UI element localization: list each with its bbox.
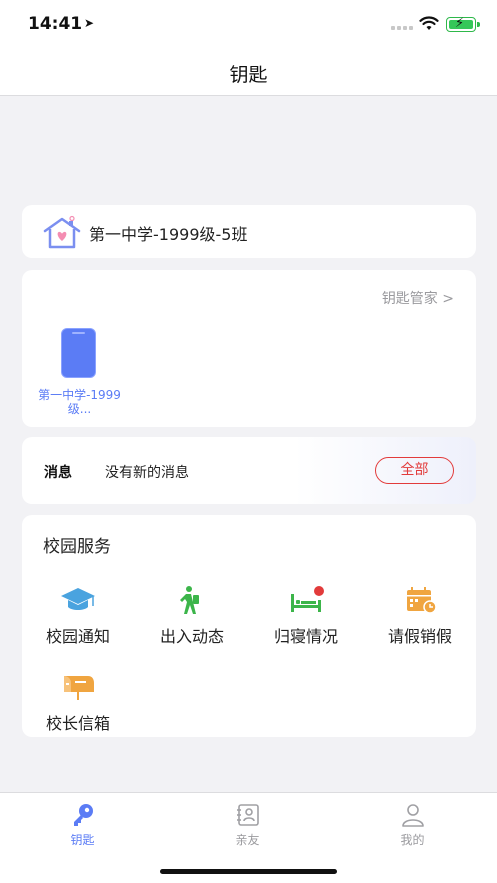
message-label: 消息 [44, 465, 72, 481]
all-messages-button[interactable]: 全部 [375, 457, 454, 484]
key-item-label[interactable]: 第一中学-1999级... [32, 388, 127, 416]
message-card: 消息 没有新的消息 全部 [22, 437, 476, 504]
tab-bar: 钥匙 亲友 我的 [0, 792, 497, 883]
nav-bar: 钥匙 [0, 48, 497, 96]
phone-key-icon[interactable] [61, 328, 96, 378]
tab-mine[interactable]: 我的 [330, 793, 495, 853]
class-card[interactable]: 第一中学-1999级-5班 [22, 205, 476, 258]
key-icon [74, 804, 93, 826]
tab-label: 我的 [400, 833, 425, 847]
bed-icon [291, 586, 324, 612]
status-bar: 14:41 ➤ ⚡ [0, 0, 497, 48]
home-indicator [160, 869, 337, 874]
house-heart-icon [43, 215, 81, 249]
battery-icon: ⚡ [446, 16, 480, 32]
service-label: 校长信箱 [45, 714, 110, 733]
wifi-icon [419, 16, 439, 30]
class-name: 第一中学-1999级-5班 [89, 225, 248, 244]
status-time: 14:41 [28, 14, 83, 34]
tab-keys[interactable]: 钥匙 [0, 793, 165, 853]
tab-label: 钥匙 [70, 833, 95, 847]
mailbox-icon [64, 676, 94, 700]
service-label: 请假销假 [387, 627, 452, 646]
service-label: 校园通知 [45, 627, 110, 646]
graduation-cap-icon [61, 588, 95, 610]
key-card: 钥匙管家 > 第一中学-1999级... [22, 270, 476, 427]
tab-friends[interactable]: 亲友 [165, 793, 330, 853]
page-title: 钥匙 [229, 64, 268, 86]
cellular-signal-icon [391, 26, 413, 30]
service-label: 归寝情况 [273, 627, 338, 646]
service-label: 出入动态 [159, 627, 224, 646]
services-title: 校园服务 [43, 537, 111, 557]
person-icon [402, 804, 424, 827]
location-arrow-icon: ➤ [84, 16, 95, 30]
campus-services-card: 校园服务 校园通知 出入动态 归寝情况 请假销假 校长信箱 [22, 515, 476, 737]
walking-person-icon [180, 586, 199, 614]
message-text: 没有新的消息 [105, 465, 189, 481]
tab-label: 亲友 [235, 833, 260, 847]
contacts-icon [237, 804, 259, 826]
key-manager-link[interactable]: 钥匙管家 > [382, 288, 454, 308]
calendar-clock-icon [407, 587, 437, 614]
